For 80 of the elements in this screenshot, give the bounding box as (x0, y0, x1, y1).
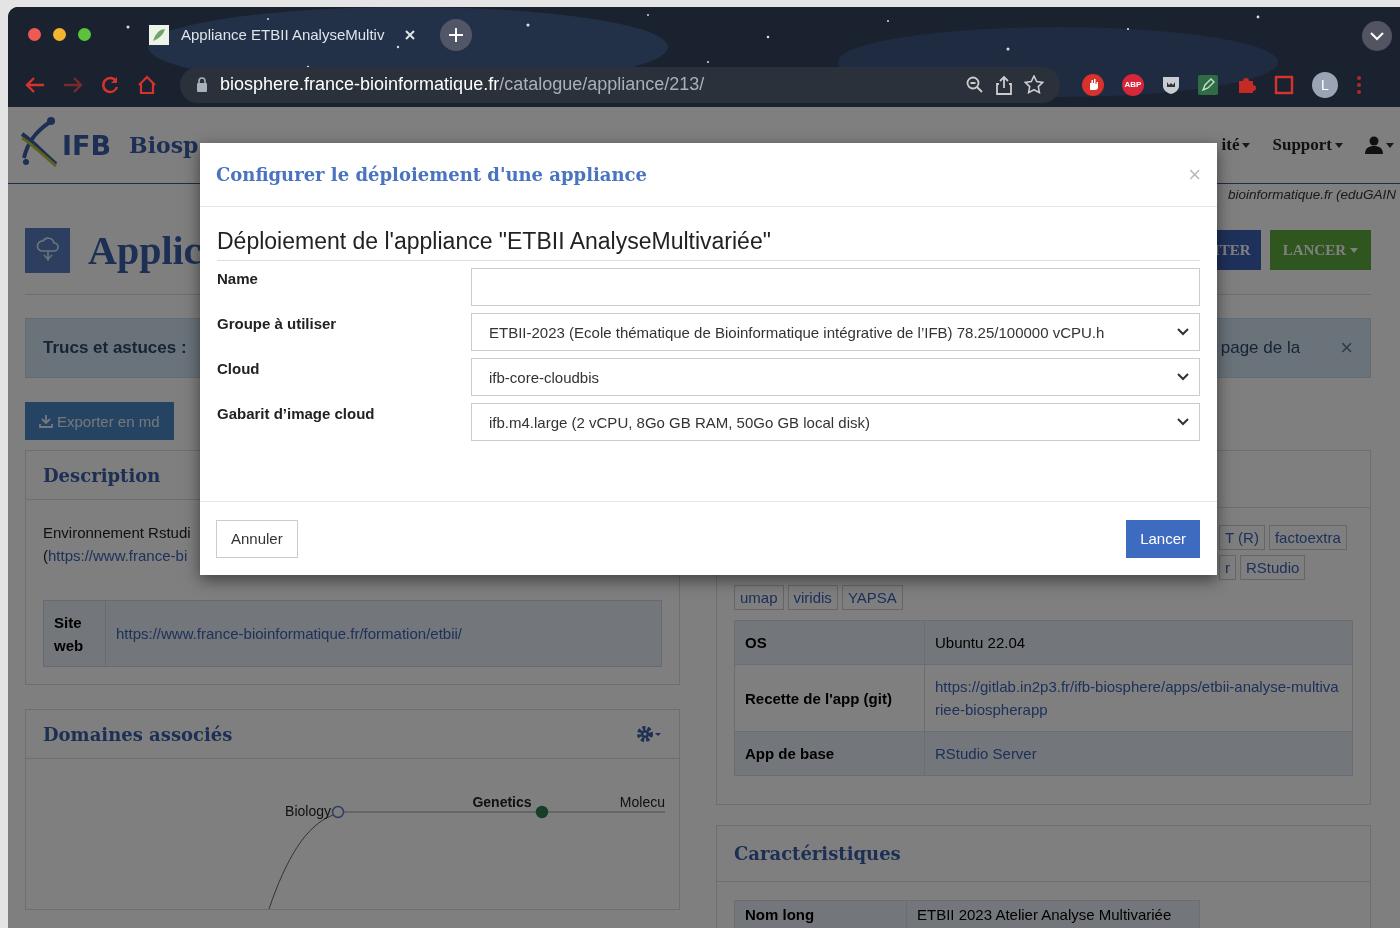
lock-icon (196, 77, 208, 92)
brand-logo[interactable]: IFB (62, 129, 112, 161)
nav-menu[interactable]: ité (1221, 135, 1251, 155)
tab-search-button[interactable] (1362, 21, 1392, 51)
select-field[interactable]: ifb-core-cloudbis (471, 358, 1200, 396)
submit-button[interactable]: Lancer (1126, 519, 1200, 558)
chevron-down-icon (1177, 328, 1189, 336)
pencil-icon[interactable] (1198, 74, 1218, 95)
card-title: Domaines associés (43, 723, 233, 745)
table-link[interactable]: RStudio Server (935, 742, 1037, 765)
website-link[interactable]: https://www.france-bioinformatique.fr/formation/etbii/ (106, 601, 661, 666)
page-title: Applic (88, 226, 202, 274)
alert-title: Trucs et astuces : (43, 338, 187, 358)
software-tag[interactable]: factoextra (1268, 525, 1347, 550)
node-label: Molecu (619, 794, 665, 810)
reload-icon[interactable] (100, 74, 120, 95)
table-cell-text: ETBII 2023 Atelier Analyse Multivariée (916, 905, 1173, 925)
card-title: Description (43, 464, 161, 486)
new-tab-button[interactable] (440, 18, 473, 51)
table-header: OS (735, 621, 925, 664)
address-bar[interactable]: biosphere.france-bioinformatique.fr/catalogue/appliance/213/ (180, 66, 1060, 103)
nav-menu[interactable]: Support (1272, 135, 1343, 155)
table-cell-text: Ubuntu 22.04 (934, 633, 1027, 653)
cloud-icon (25, 227, 70, 273)
hand-icon[interactable] (1082, 73, 1104, 96)
close-button[interactable]: × (1188, 161, 1201, 188)
field-label: Name (217, 269, 259, 289)
chevron-down-icon (1177, 418, 1189, 426)
launch-button[interactable]: LANCER (1269, 230, 1371, 270)
software-tag[interactable]: viridis (787, 585, 838, 610)
link[interactable]: https://www.france-bi (48, 547, 188, 564)
input-field[interactable] (471, 268, 1200, 306)
caret-icon (1242, 142, 1251, 148)
leaf-icon (149, 24, 169, 45)
back-icon[interactable] (24, 74, 46, 95)
dialog-heading: Déploiement de l'appliance "ETBII AnalyseMultivariée" (217, 228, 1200, 261)
alert-text: page de la (1220, 338, 1301, 358)
caret-icon (1335, 142, 1343, 148)
dialog-title: Configurer le déploiement d'une appliance (216, 164, 647, 185)
plus-icon (448, 26, 465, 43)
export-button[interactable]: Exporter en md (25, 402, 174, 440)
chevron-down-icon (1177, 373, 1189, 381)
caret-icon (1386, 142, 1394, 148)
graph-node[interactable] (535, 805, 549, 819)
table-header: App de base (735, 732, 925, 775)
software-tag[interactable]: RStudio (1240, 555, 1306, 580)
login-note: bioinformatique.fr (eduGAIN (1226, 186, 1396, 202)
caret-icon (1350, 247, 1358, 253)
software-tag[interactable]: r (1219, 555, 1236, 580)
table-link[interactable]: https://gitlab.in2p3.fr/ifb-biosphere/apps/etbii-analyse-multivariee-biospherapp (935, 675, 1342, 721)
software-tag[interactable]: YAPSA (841, 585, 903, 610)
alert-close-button[interactable]: × (1340, 335, 1353, 361)
node-label: Genetics (472, 794, 532, 810)
field-label: Groupe à utiliser (217, 314, 338, 334)
chevron-down-icon (1370, 31, 1384, 41)
user-icon[interactable] (1365, 136, 1383, 154)
graph-node[interactable] (331, 805, 345, 819)
node-label: Biology (285, 803, 331, 819)
table-header: Site web (44, 601, 106, 666)
select-field[interactable]: ETBII-2023 (Ecole thématique de Bioinformatique intégrative de l’IFB) 78.25/100000 vCPU.h (471, 313, 1200, 351)
software-tag[interactable]: umap (734, 585, 784, 610)
download-icon (39, 414, 53, 428)
home-icon[interactable] (136, 74, 158, 95)
field-label: Cloud (217, 359, 261, 379)
field-label: Gabarit d’image cloud (217, 404, 376, 424)
star-icon[interactable] (1024, 75, 1044, 94)
select-field[interactable]: ifb.m4.large (2 vCPU, 8Go GB RAM, 50Go GB local disk) (471, 403, 1200, 441)
share-icon[interactable] (996, 74, 1012, 95)
square-icon[interactable] (1274, 74, 1294, 95)
menu-icon[interactable] (1356, 74, 1362, 95)
close-icon[interactable] (404, 28, 417, 41)
cancel-button[interactable]: Annuler (216, 519, 298, 558)
zoom-out-icon[interactable] (966, 75, 984, 94)
card-title: Caractéristiques (734, 843, 901, 864)
table-header: Nom long (735, 901, 907, 928)
shield-icon[interactable] (1162, 74, 1180, 95)
gear-icon[interactable] (636, 724, 662, 744)
site-title: Biosp (129, 132, 199, 158)
browser-tab[interactable]: Appliance ETBII AnalyseMultiv (181, 26, 385, 43)
software-tag[interactable]: T (R) (1219, 525, 1265, 550)
